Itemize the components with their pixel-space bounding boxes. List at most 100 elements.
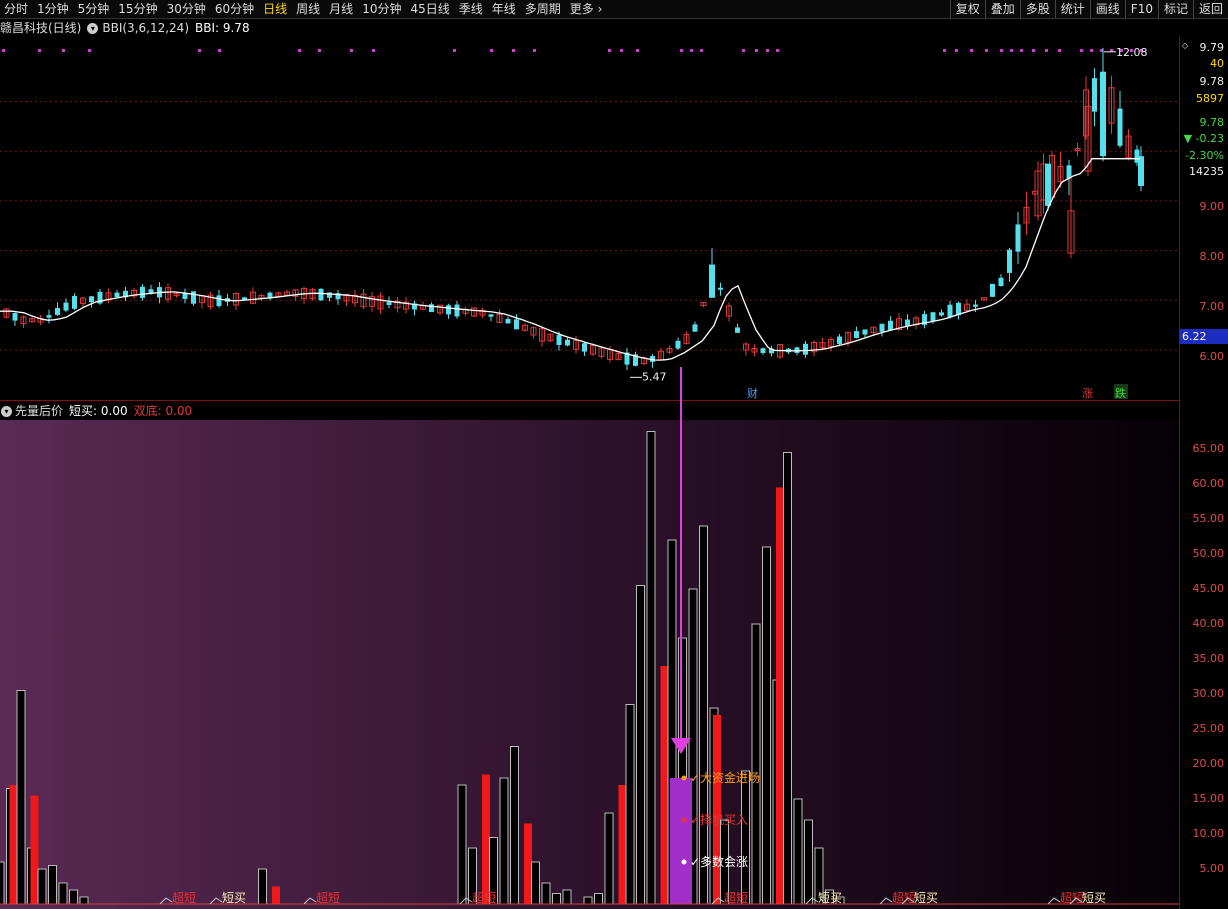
sub-toggle-icon[interactable]: ▾	[1, 405, 12, 417]
tab-1[interactable]: 1分钟	[33, 0, 74, 18]
signal-dot	[38, 49, 41, 52]
candle-down	[63, 302, 69, 311]
price-tick: 6.00	[1199, 350, 1225, 363]
tab-4[interactable]: 30分钟	[163, 0, 211, 18]
candle-down	[46, 315, 52, 318]
candle-down	[55, 308, 60, 315]
toolbar-button-1[interactable]: 叠加	[984, 0, 1020, 18]
sub-info-bar: ▾ 先量后价 短买: 0.00 双底: 0.00	[0, 400, 1180, 421]
tab-5[interactable]: 60分钟	[211, 0, 259, 18]
candle-down	[998, 277, 1004, 286]
signal-dot	[1020, 49, 1023, 52]
signal-dot	[608, 49, 611, 52]
tab-7[interactable]: 周线	[292, 0, 325, 18]
signal-dot	[198, 49, 201, 52]
indicator-axis-tick: 45.00	[1192, 582, 1225, 595]
toolbar-right-buttons: 复权 叠加 多股 统计 画线 F10 标记 返回	[949, 0, 1228, 18]
indicator-value: BBI: 9.78	[195, 21, 250, 35]
tab-11[interactable]: 季线	[455, 0, 488, 18]
tab-10[interactable]: 45日线	[406, 0, 454, 18]
signal-dot	[62, 49, 65, 52]
signal-dot	[766, 49, 769, 52]
indicator-name[interactable]: BBI(3,6,12,24)	[102, 19, 189, 37]
volume-bar-red	[272, 886, 280, 904]
toolbar-button-0[interactable]: 复权	[949, 0, 985, 18]
candle-down	[947, 304, 953, 318]
candle-down	[760, 348, 766, 353]
indicator-axis-tick: 5.00	[1199, 862, 1225, 875]
candle-down	[675, 340, 681, 349]
main-title: 赣昌科技(日线)	[0, 21, 82, 35]
toolbar-button-3[interactable]: 统计	[1054, 0, 1090, 18]
tab-14[interactable]: 更多 ›	[566, 0, 608, 18]
toolbar-button-5[interactable]: F10	[1124, 0, 1158, 18]
marker-die: 跌	[1115, 386, 1126, 399]
tab-0[interactable]: 分时	[0, 0, 33, 18]
signal-dot	[776, 49, 779, 52]
candle-down	[114, 292, 120, 298]
signal-dot	[2, 49, 5, 52]
candle-down	[429, 304, 434, 313]
candle-down	[905, 319, 910, 326]
signal-dot	[700, 49, 703, 52]
tab-3[interactable]: 15分钟	[114, 0, 162, 18]
volume-bar-black	[79, 896, 89, 905]
period-tabs: 分时 1分钟 5分钟 15分钟 30分钟 60分钟 日线 周线 月线 10分钟 45日线 季线 年线 多周…	[0, 0, 607, 18]
candlestick-chart[interactable]: 5.47 12.08 财 涨 跌	[0, 37, 1180, 399]
indicator-axis: 65.00 60.00 55.00 50.00 45.00 40.00 35.00 30.00…	[1179, 400, 1228, 909]
price-tick: 7.00	[1199, 300, 1225, 313]
tab-8[interactable]: 月线	[325, 0, 358, 18]
candle-down	[556, 335, 562, 345]
toolbar-button-7[interactable]: 返回	[1192, 0, 1228, 18]
candle-down	[837, 336, 842, 344]
current-price-value: 6.22	[1182, 330, 1207, 343]
volume-bar-black	[499, 777, 509, 905]
candle-down	[1007, 249, 1012, 273]
candle-down	[1092, 78, 1097, 112]
tab-9[interactable]: 10分钟	[358, 0, 406, 18]
signal-label: 短买	[1082, 891, 1106, 905]
candle-down	[930, 312, 936, 322]
candle-down	[709, 264, 715, 298]
tab-2[interactable]: 5分钟	[74, 0, 115, 18]
volume-bar-black	[793, 798, 803, 905]
candle-down	[318, 288, 324, 301]
candle-down	[718, 287, 723, 290]
signal-dot	[943, 49, 946, 52]
indicator-axis-tick: 30.00	[1192, 687, 1225, 700]
toolbar-button-4[interactable]: 画线	[1089, 0, 1125, 18]
volume-bar-black	[58, 882, 68, 905]
toolbar-button-2[interactable]: 多股	[1019, 0, 1055, 18]
annotation-label: ✓择机买入	[690, 813, 748, 827]
volume-bar-black	[69, 889, 78, 905]
volume-indicator-chart[interactable]: ✓大资金进场✓择机买入✓多数会涨超短 短买 超短 超短 超短 短买 超短短买 超短短买	[0, 420, 1180, 909]
candle-down	[803, 343, 808, 355]
volume-bar-black	[751, 623, 761, 905]
tab-6[interactable]: 日线	[259, 0, 292, 18]
candle-down	[582, 343, 587, 352]
annotation-dot	[681, 817, 687, 823]
indicator-toggle-icon[interactable]: ▾	[87, 22, 99, 34]
signal-dot	[533, 49, 536, 52]
volume-bar-black	[258, 868, 267, 905]
candle-down	[514, 319, 519, 330]
signal-dot	[88, 49, 91, 52]
signal-label: 短买	[914, 891, 938, 905]
toolbar-button-6[interactable]: 标记	[1157, 0, 1193, 18]
indicator-axis-tick: 20.00	[1192, 757, 1225, 770]
period-toolbar: 分时 1分钟 5分钟 15分钟 30分钟 60分钟 日线 周线 月线 10分钟 45日线 季线 年线 多周…	[0, 0, 1228, 19]
diamond-icon: ◇	[1182, 41, 1189, 50]
sub-title[interactable]: 先量后价	[15, 401, 63, 421]
signal-dot	[512, 49, 515, 52]
tab-12[interactable]: 年线	[488, 0, 521, 18]
tab-13[interactable]: 多周期	[521, 0, 566, 18]
candle-down	[386, 302, 392, 305]
signal-label: 超短	[892, 890, 916, 905]
candle-down	[1117, 108, 1123, 146]
candle-down	[1100, 71, 1106, 157]
volume-bar-black	[48, 865, 57, 905]
candle-down	[488, 314, 494, 317]
volume-bar-black	[804, 819, 813, 905]
volume-bar-black	[699, 525, 708, 905]
indicator-axis-tick: 55.00	[1192, 512, 1225, 525]
